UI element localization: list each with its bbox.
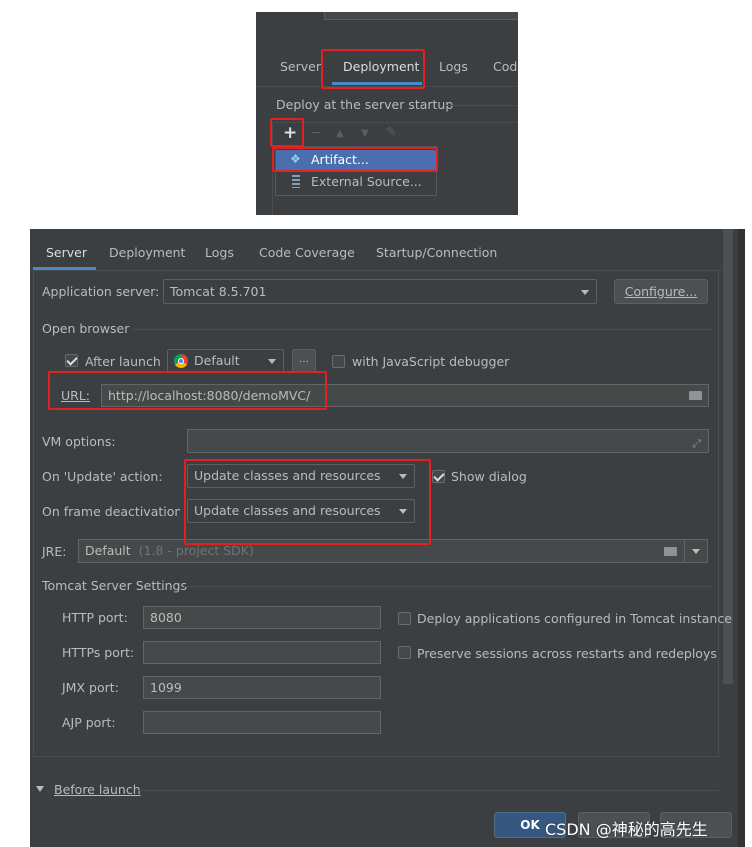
https-port-field[interactable] — [143, 641, 381, 664]
open-browser-divider — [133, 329, 712, 330]
configure-button[interactable]: Configure... — [614, 279, 708, 304]
js-debugger-checkbox[interactable] — [332, 355, 345, 368]
jmx-port-label: JMX port: — [62, 680, 119, 695]
highlight-artifact-item — [272, 147, 438, 172]
application-server-value: Tomcat 8.5.701 — [170, 284, 267, 299]
highlight-url-row — [48, 371, 327, 410]
top-panel: Server Deployment Logs Cod Deploy at the… — [256, 12, 518, 215]
jre-dropdown-button[interactable] — [684, 540, 707, 562]
expand-icon[interactable]: ⤢ — [692, 433, 701, 452]
https-port-label: HTTPs port: — [62, 645, 135, 660]
browser-more-button[interactable]: ... — [292, 349, 316, 373]
jre-label: JRE: — [42, 544, 67, 559]
edit-icon[interactable]: ✎ — [386, 125, 397, 140]
move-down-icon[interactable]: ▼ — [361, 128, 369, 139]
chrome-icon — [174, 354, 188, 368]
remove-icon[interactable]: − — [310, 125, 322, 141]
after-launch-label: After launch — [85, 354, 161, 369]
open-browser-label: Open browser — [42, 321, 130, 336]
on-frame-deactivation-label: On frame deactivation: — [42, 504, 180, 519]
tab-startup-connection[interactable]: Startup/Connection — [376, 245, 497, 260]
csdn-watermark: CSDN @神秘的高先生 — [545, 820, 708, 839]
highlight-add-button — [270, 118, 304, 147]
tab-logs[interactable]: Logs — [205, 245, 234, 260]
jre-value: Default — [85, 543, 131, 558]
configure-button-label: Configure... — [624, 284, 698, 299]
tab-server[interactable]: Server — [280, 59, 321, 74]
before-launch-divider — [135, 790, 719, 791]
ajp-port-label: AJP port: — [62, 715, 116, 730]
preserve-sessions-label: Preserve sessions across restarts and re… — [417, 646, 717, 661]
ajp-port-field[interactable] — [143, 711, 381, 734]
jmx-port-field[interactable]: 1099 — [143, 676, 381, 699]
on-update-label: On 'Update' action: — [42, 469, 163, 484]
chevron-down-icon — [268, 359, 276, 364]
deploy-at-startup-label: Deploy at the server startup — [276, 97, 454, 112]
preserve-sessions-checkbox[interactable] — [398, 646, 411, 659]
top-panel-field-stub — [324, 12, 518, 20]
folder-icon[interactable] — [664, 547, 677, 556]
js-debugger-label: with JavaScript debugger — [352, 354, 510, 369]
external-source-icon — [292, 175, 300, 188]
tab-deployment[interactable]: Deployment — [109, 245, 185, 260]
application-server-select[interactable]: Tomcat 8.5.701 — [163, 279, 597, 304]
jre-hint: (1.8 - project SDK) — [138, 543, 254, 558]
main-panel: Server Deployment Logs Code Coverage Sta… — [30, 229, 745, 847]
tab-code-coverage[interactable]: Code Coverage — [259, 245, 355, 260]
tomcat-settings-label: Tomcat Server Settings — [42, 578, 187, 593]
folder-icon[interactable] — [689, 391, 702, 400]
menu-item-external-source[interactable]: External Source... — [276, 172, 436, 192]
deploy-apps-label: Deploy applications configured in Tomcat… — [417, 611, 732, 626]
vm-options-label: VM options: — [42, 434, 116, 449]
scrollbar-track-edge — [738, 229, 745, 847]
highlight-update-actions — [184, 459, 431, 545]
deploy-apps-checkbox[interactable] — [398, 612, 411, 625]
http-port-label: HTTP port: — [62, 610, 128, 625]
highlight-deployment-tab — [321, 49, 425, 89]
tab-logs[interactable]: Logs — [439, 59, 468, 74]
tab-server[interactable]: Server — [46, 245, 87, 260]
browser-select[interactable]: Default — [167, 349, 284, 373]
chevron-down-icon — [692, 549, 700, 554]
move-up-icon[interactable]: ▲ — [336, 128, 344, 139]
tomcat-settings-divider — [184, 586, 712, 587]
chevron-down-icon — [581, 289, 589, 295]
browser-value: Default — [194, 353, 240, 368]
collapse-triangle-icon[interactable] — [36, 786, 44, 792]
show-dialog-label: Show dialog — [451, 469, 527, 484]
application-server-label: Application server: — [42, 284, 160, 299]
before-launch-label[interactable]: Before launch — [54, 782, 141, 797]
group-divider — [444, 105, 518, 106]
tab-code[interactable]: Cod — [493, 59, 517, 74]
menu-item-external-source-label: External Source... — [311, 174, 422, 189]
vm-options-field[interactable]: ⤢ — [187, 429, 709, 453]
after-launch-checkbox[interactable] — [65, 354, 78, 367]
http-port-field[interactable]: 8080 — [143, 606, 381, 629]
show-dialog-checkbox[interactable] — [432, 470, 445, 483]
